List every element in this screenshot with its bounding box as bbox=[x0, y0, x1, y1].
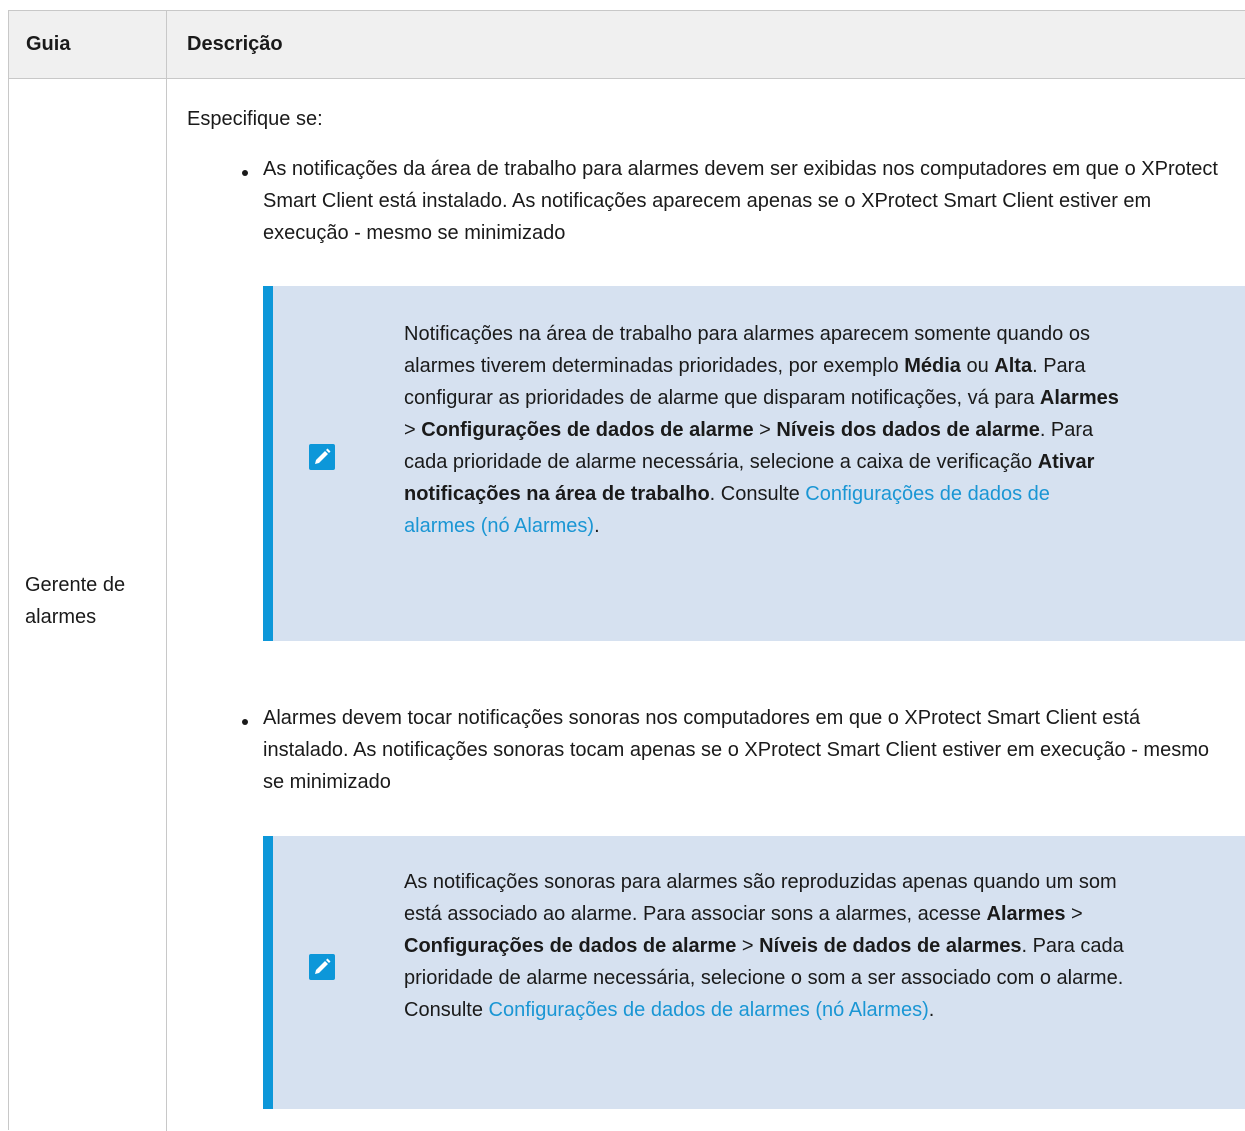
note-link-2[interactable]: Configurações de dados de alarmes (nó Al… bbox=[489, 999, 929, 1021]
header-description: Descrição bbox=[187, 33, 283, 55]
bullet-dot bbox=[242, 170, 248, 176]
note-text-2: As notificações sonoras para alarmes são… bbox=[404, 871, 1124, 1021]
bullet-dot bbox=[242, 719, 248, 725]
pencil-icon bbox=[309, 954, 335, 980]
column-divider bbox=[166, 11, 167, 1131]
guide-cell: Gerente de alarmes bbox=[25, 574, 126, 628]
bullet-item-2: Alarmes devem tocar notificações sonoras… bbox=[263, 707, 1209, 793]
bullet-item-1: As notificações da área de trabalho para… bbox=[263, 158, 1218, 244]
note-box-1: Notificações na área de trabalho para al… bbox=[263, 286, 1245, 641]
settings-table: Guia Descrição Gerente de alarmes Especi… bbox=[8, 10, 1245, 1131]
intro-text: Especifique se: bbox=[187, 108, 323, 130]
pencil-icon bbox=[309, 444, 335, 470]
header-guide: Guia bbox=[26, 33, 71, 55]
note-text-1: Notificações na área de trabalho para al… bbox=[404, 323, 1119, 537]
table-header: Guia Descrição bbox=[9, 11, 1245, 79]
note-box-2: As notificações sonoras para alarmes são… bbox=[263, 836, 1245, 1109]
